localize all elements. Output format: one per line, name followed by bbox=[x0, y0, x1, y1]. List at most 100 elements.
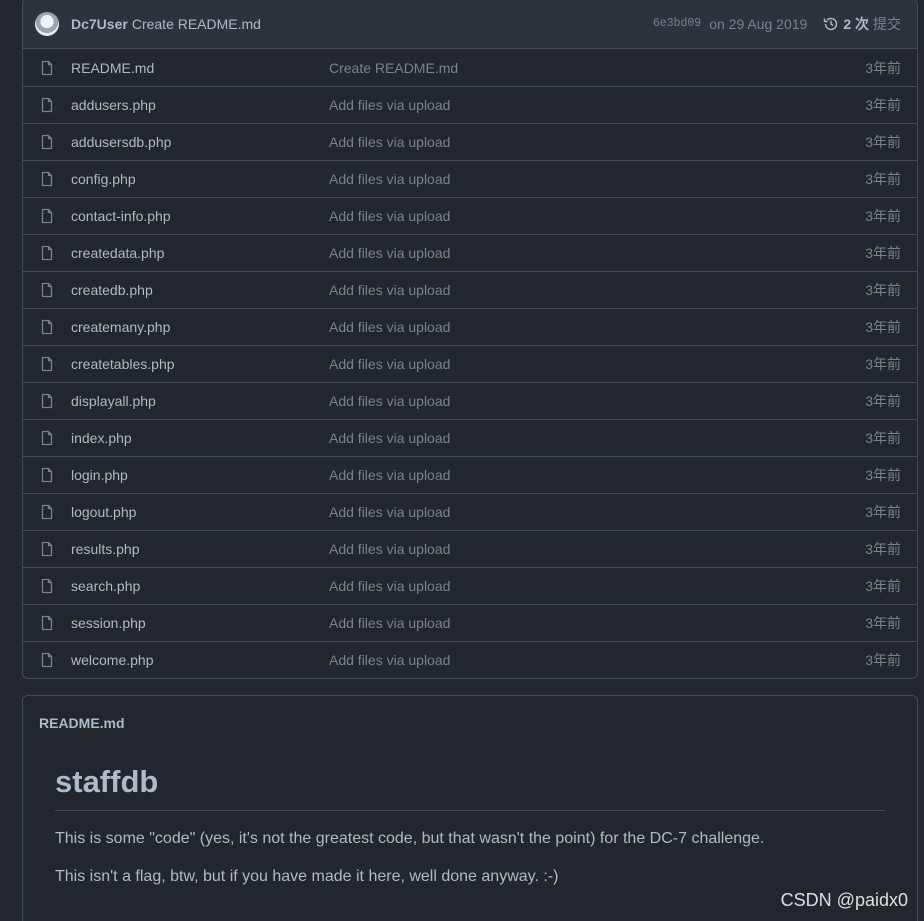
history-icon bbox=[824, 17, 838, 30]
file-name[interactable]: createdb.php bbox=[71, 282, 329, 298]
file-icon bbox=[41, 652, 53, 668]
file-commit-message[interactable]: Add files via upload bbox=[329, 430, 821, 446]
file-name[interactable]: createtables.php bbox=[71, 356, 329, 372]
readme-filename[interactable]: README.md bbox=[39, 715, 125, 731]
file-row[interactable]: createtables.php Add files via upload 3年前 bbox=[23, 345, 917, 382]
file-icon bbox=[41, 467, 53, 483]
history-count: 2 次 bbox=[843, 15, 869, 32]
file-row[interactable]: README.md Create README.md 3年前 bbox=[23, 49, 917, 86]
file-name[interactable]: session.php bbox=[71, 615, 329, 631]
file-row[interactable]: createdb.php Add files via upload 3年前 bbox=[23, 271, 917, 308]
file-icon bbox=[41, 356, 53, 372]
commit-sha[interactable]: 6e3bd09 bbox=[653, 17, 701, 30]
file-name[interactable]: results.php bbox=[71, 541, 329, 557]
file-commit-message[interactable]: Add files via upload bbox=[329, 97, 821, 113]
file-row[interactable]: createdata.php Add files via upload 3年前 bbox=[23, 234, 917, 271]
file-commit-message[interactable]: Add files via upload bbox=[329, 652, 821, 668]
file-row[interactable]: index.php Add files via upload 3年前 bbox=[23, 419, 917, 456]
readme-paragraph: This is some "code" (yes, it's not the g… bbox=[55, 830, 765, 847]
file-icon bbox=[41, 282, 53, 298]
file-name[interactable]: config.php bbox=[71, 171, 329, 187]
file-age: 3年前 bbox=[865, 356, 901, 372]
file-commit-message[interactable]: Add files via upload bbox=[329, 578, 821, 594]
file-row[interactable]: displayall.php Add files via upload 3年前 bbox=[23, 382, 917, 419]
file-name[interactable]: logout.php bbox=[71, 504, 329, 520]
file-age: 3年前 bbox=[865, 245, 901, 261]
file-icon bbox=[41, 578, 53, 594]
file-name[interactable]: contact-info.php bbox=[71, 208, 329, 224]
file-age: 3年前 bbox=[865, 208, 901, 224]
file-icon bbox=[41, 615, 53, 631]
file-commit-message[interactable]: Add files via upload bbox=[329, 319, 821, 335]
commit-message[interactable]: Create README.md bbox=[132, 16, 261, 32]
file-icon bbox=[41, 541, 53, 557]
file-name[interactable]: welcome.php bbox=[71, 652, 329, 668]
file-commit-message[interactable]: Create README.md bbox=[329, 60, 821, 76]
file-icon bbox=[41, 245, 53, 261]
readme-panel: README.md staffdb This is some "code" (y… bbox=[22, 695, 918, 921]
file-age: 3年前 bbox=[865, 282, 901, 298]
file-commit-message[interactable]: Add files via upload bbox=[329, 467, 821, 483]
file-commit-message[interactable]: Add files via upload bbox=[329, 615, 821, 631]
file-icon bbox=[41, 504, 53, 520]
file-row[interactable]: addusersdb.php Add files via upload 3年前 bbox=[23, 123, 917, 160]
file-row[interactable]: login.php Add files via upload 3年前 bbox=[23, 456, 917, 493]
file-age: 3年前 bbox=[865, 541, 901, 557]
file-row[interactable]: logout.php Add files via upload 3年前 bbox=[23, 493, 917, 530]
file-commit-message[interactable]: Add files via upload bbox=[329, 282, 821, 298]
file-age: 3年前 bbox=[865, 652, 901, 668]
file-name[interactable]: displayall.php bbox=[71, 393, 329, 409]
file-age: 3年前 bbox=[865, 134, 901, 150]
avatar[interactable] bbox=[35, 11, 59, 36]
file-commit-message[interactable]: Add files via upload bbox=[329, 208, 821, 224]
file-icon bbox=[41, 208, 53, 224]
file-row[interactable]: addusers.php Add files via upload 3年前 bbox=[23, 86, 917, 123]
readme-header: README.md bbox=[23, 696, 917, 750]
latest-commit-bar: Dc7User Create README.md 6e3bd09 on 29 A… bbox=[23, 0, 917, 49]
file-name[interactable]: search.php bbox=[71, 578, 329, 594]
commit-history-link[interactable]: 2 次 提交 bbox=[823, 14, 901, 34]
file-name[interactable]: createmany.php bbox=[71, 319, 329, 335]
file-row[interactable]: welcome.php Add files via upload 3年前 bbox=[23, 641, 917, 678]
file-age: 3年前 bbox=[865, 615, 901, 631]
file-icon bbox=[41, 171, 53, 187]
file-icon bbox=[41, 393, 53, 409]
file-commit-message[interactable]: Add files via upload bbox=[329, 134, 821, 150]
file-rows: README.md Create README.md 3年前 addusers.php… bbox=[23, 49, 917, 678]
page: Dc7User Create README.md 6e3bd09 on 29 A… bbox=[0, 0, 924, 921]
file-name[interactable]: addusers.php bbox=[71, 97, 329, 113]
file-icon bbox=[41, 60, 53, 75]
file-list: Dc7User Create README.md 6e3bd09 on 29 A… bbox=[22, 0, 918, 679]
file-name[interactable]: README.md bbox=[71, 60, 329, 76]
file-commit-message[interactable]: Add files via upload bbox=[329, 356, 821, 372]
watermark: CSDN @paidx0 bbox=[780, 890, 908, 910]
file-row[interactable]: createmany.php Add files via upload 3年前 bbox=[23, 308, 917, 345]
file-commit-message[interactable]: Add files via upload bbox=[329, 245, 821, 261]
file-row[interactable]: config.php Add files via upload 3年前 bbox=[23, 160, 917, 197]
file-age: 3年前 bbox=[865, 59, 901, 76]
file-name[interactable]: addusersdb.php bbox=[71, 134, 329, 150]
file-row[interactable]: search.php Add files via upload 3年前 bbox=[23, 567, 917, 604]
file-row[interactable]: contact-info.php Add files via upload 3年前 bbox=[23, 197, 917, 234]
file-commit-message[interactable]: Add files via upload bbox=[329, 504, 821, 520]
file-age: 3年前 bbox=[865, 504, 901, 520]
file-age: 3年前 bbox=[865, 97, 901, 113]
file-row[interactable]: results.php Add files via upload 3年前 bbox=[23, 530, 917, 567]
file-age: 3年前 bbox=[865, 467, 901, 483]
file-commit-message[interactable]: Add files via upload bbox=[329, 393, 821, 409]
file-commit-message[interactable]: Add files via upload bbox=[329, 541, 821, 557]
file-name[interactable]: login.php bbox=[71, 467, 329, 483]
file-age: 3年前 bbox=[865, 171, 901, 187]
file-name[interactable]: createdata.php bbox=[71, 245, 329, 261]
file-icon bbox=[41, 134, 53, 150]
file-age: 3年前 bbox=[865, 578, 901, 594]
file-row[interactable]: session.php Add files via upload 3年前 bbox=[23, 604, 917, 641]
file-commit-message[interactable]: Add files via upload bbox=[329, 171, 821, 187]
file-icon bbox=[41, 97, 53, 113]
file-name[interactable]: index.php bbox=[71, 430, 329, 446]
file-icon bbox=[41, 430, 53, 446]
file-age: 3年前 bbox=[865, 319, 901, 335]
commit-date: on 29 Aug 2019 bbox=[709, 15, 808, 32]
commit-author[interactable]: Dc7User bbox=[71, 16, 128, 32]
readme-title: staffdb bbox=[55, 764, 885, 811]
